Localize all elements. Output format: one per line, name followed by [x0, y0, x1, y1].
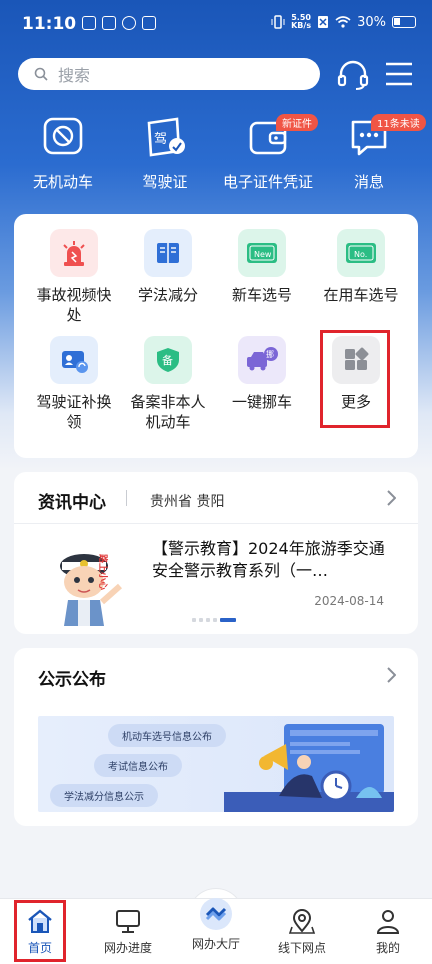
notice-banner[interactable]: 机动车选号信息公布 考试信息公布 学法减分信息公示 [38, 716, 394, 812]
service-label: 事故视频快处 [36, 286, 112, 324]
service-label: 学法减分 [137, 286, 198, 304]
tiktok-icon [142, 16, 156, 30]
news-header[interactable]: 资讯中心 贵州省 贵阳 [14, 472, 418, 524]
menu-icon[interactable] [384, 60, 414, 88]
no-vehicle-icon [43, 117, 83, 155]
svg-text:No.: No. [354, 250, 367, 259]
tab-label: 网办进度 [103, 941, 152, 955]
record-icon: 备 [157, 348, 179, 372]
carousel-dot [192, 618, 196, 622]
feature-driver-license[interactable]: 驾 驾驶证 [120, 115, 210, 192]
headset-icon[interactable] [336, 58, 370, 92]
news-region: 贵州省 贵阳 [150, 494, 225, 510]
news-headline[interactable]: 【警示教育】2024年旅游季交通安全警示教育系列（一… [152, 538, 390, 582]
svg-text:挪: 挪 [266, 349, 274, 359]
divider [126, 490, 127, 506]
hall-icon [200, 898, 232, 930]
new-certificate-badge: 新证件 [276, 114, 318, 131]
news-date: 2024-08-14 [314, 594, 384, 608]
battery-icon [392, 16, 416, 28]
service-new-car-plate[interactable]: New 新车选号 [214, 229, 310, 305]
app-notification-icon [122, 16, 136, 30]
service-license-replace[interactable]: 驾驶证补换领 [26, 336, 122, 432]
news-title: 资讯中心 [38, 493, 106, 513]
feature-label: 无机动车 [32, 173, 93, 191]
app-notification-icon [102, 16, 116, 30]
unread-badge: 11条未读 [371, 114, 426, 131]
status-time: 11:10 [22, 14, 77, 34]
news-thumbnail[interactable]: 路上小心 [46, 540, 132, 626]
status-bar: 11:10 5.50 KB/s 30% [0, 0, 432, 52]
search-placeholder: 搜索 [58, 66, 91, 85]
service-label: 备案非本人机动车 [130, 393, 206, 431]
vibrate-icon [271, 15, 285, 29]
notice-pill[interactable]: 学法减分信息公示 [50, 784, 158, 807]
monitor-icon [116, 910, 140, 933]
chevron-right-icon[interactable] [386, 490, 396, 506]
top-features: 无机动车 驾 驾驶证 新证件 电子证件凭证 11条未读 消息 [0, 114, 432, 195]
chevron-right-icon[interactable] [386, 667, 396, 683]
service-study-deduction[interactable]: 学法减分 [120, 229, 216, 305]
user-icon [376, 910, 400, 934]
tab-progress[interactable]: 网办进度 [88, 907, 168, 956]
notice-pill[interactable]: 机动车选号信息公布 [108, 724, 226, 747]
tab-label: 我的 [375, 941, 400, 955]
announcement-illustration [224, 724, 394, 812]
alarm-light-icon [63, 241, 85, 266]
carousel-dot [206, 618, 210, 622]
service-label: 新车选号 [231, 286, 292, 304]
tab-hall[interactable]: 网办大厅 [176, 897, 256, 952]
battery-percent: 30% [357, 14, 386, 30]
tab-offline-points[interactable]: 线下网点 [262, 907, 342, 956]
move-car-icon: 挪 [247, 347, 278, 371]
home-highlight-box [14, 900, 66, 962]
service-used-car-plate[interactable]: No. 在用车选号 [308, 229, 414, 305]
service-label: 在用车选号 [323, 286, 399, 304]
news-card: 资讯中心 贵州省 贵阳 路上小心 【警示教育】2024年旅游季交通安全警示教育系… [14, 472, 418, 634]
feature-no-vehicle[interactable]: 无机动车 [18, 115, 108, 192]
service-label: 一键挪车 [231, 393, 292, 411]
carousel-indicator [192, 618, 236, 622]
app-notification-icon [82, 16, 96, 30]
service-label: 驾驶证补换领 [36, 393, 112, 431]
tab-label: 网办大厅 [191, 937, 240, 951]
tab-label: 线下网点 [277, 941, 326, 955]
driver-license-icon: 驾 [147, 117, 185, 157]
services-card: 事故视频快处 学法减分 New 新车选号 No. 在用车选号 驾驶证补换领 备 … [14, 214, 418, 458]
status-right: 5.50 KB/s 30% [271, 14, 416, 30]
feature-label: 驾驶证 [142, 173, 188, 191]
thumb-caption: 路上小心 [97, 554, 109, 590]
carousel-dot [213, 618, 217, 622]
notification-icons [82, 16, 156, 30]
carousel-dot-active [220, 618, 236, 622]
service-accident-video[interactable]: 事故视频快处 [26, 229, 122, 325]
new-plate-icon: New [247, 243, 277, 263]
svg-text:备: 备 [162, 353, 173, 367]
feature-label: 消息 [353, 173, 384, 191]
notice-title: 公示公布 [38, 670, 106, 690]
feature-messages[interactable]: 11条未读 消息 [324, 114, 426, 192]
feature-e-certificate[interactable]: 新证件 电子证件凭证 [218, 114, 318, 192]
service-move-car[interactable]: 挪 一键挪车 [214, 336, 310, 412]
book-icon [157, 243, 179, 263]
no-plate-icon: No. [346, 243, 376, 263]
search-icon [34, 67, 48, 81]
license-replace-icon [62, 351, 88, 373]
more-highlight-box [320, 330, 390, 428]
notice-card: 公示公布 机动车选号信息公布 考试信息公布 学法减分信息公示 [14, 648, 418, 826]
network-speed: 5.50 KB/s [291, 13, 312, 30]
svg-text:New: New [254, 250, 272, 259]
notice-pill[interactable]: 考试信息公布 [94, 754, 182, 777]
feature-label: 电子证件凭证 [222, 173, 313, 191]
carousel-dot [199, 618, 203, 622]
wifi-icon [335, 16, 351, 28]
sim-icon [318, 16, 329, 28]
search-input[interactable]: 搜索 [18, 58, 320, 90]
tab-mine[interactable]: 我的 [348, 907, 428, 956]
svg-text:驾: 驾 [154, 132, 167, 147]
service-record-vehicle[interactable]: 备 备案非本人机动车 [120, 336, 216, 432]
map-pin-icon [288, 909, 316, 934]
police-cartoon-image: 路上小心 [60, 554, 122, 626]
